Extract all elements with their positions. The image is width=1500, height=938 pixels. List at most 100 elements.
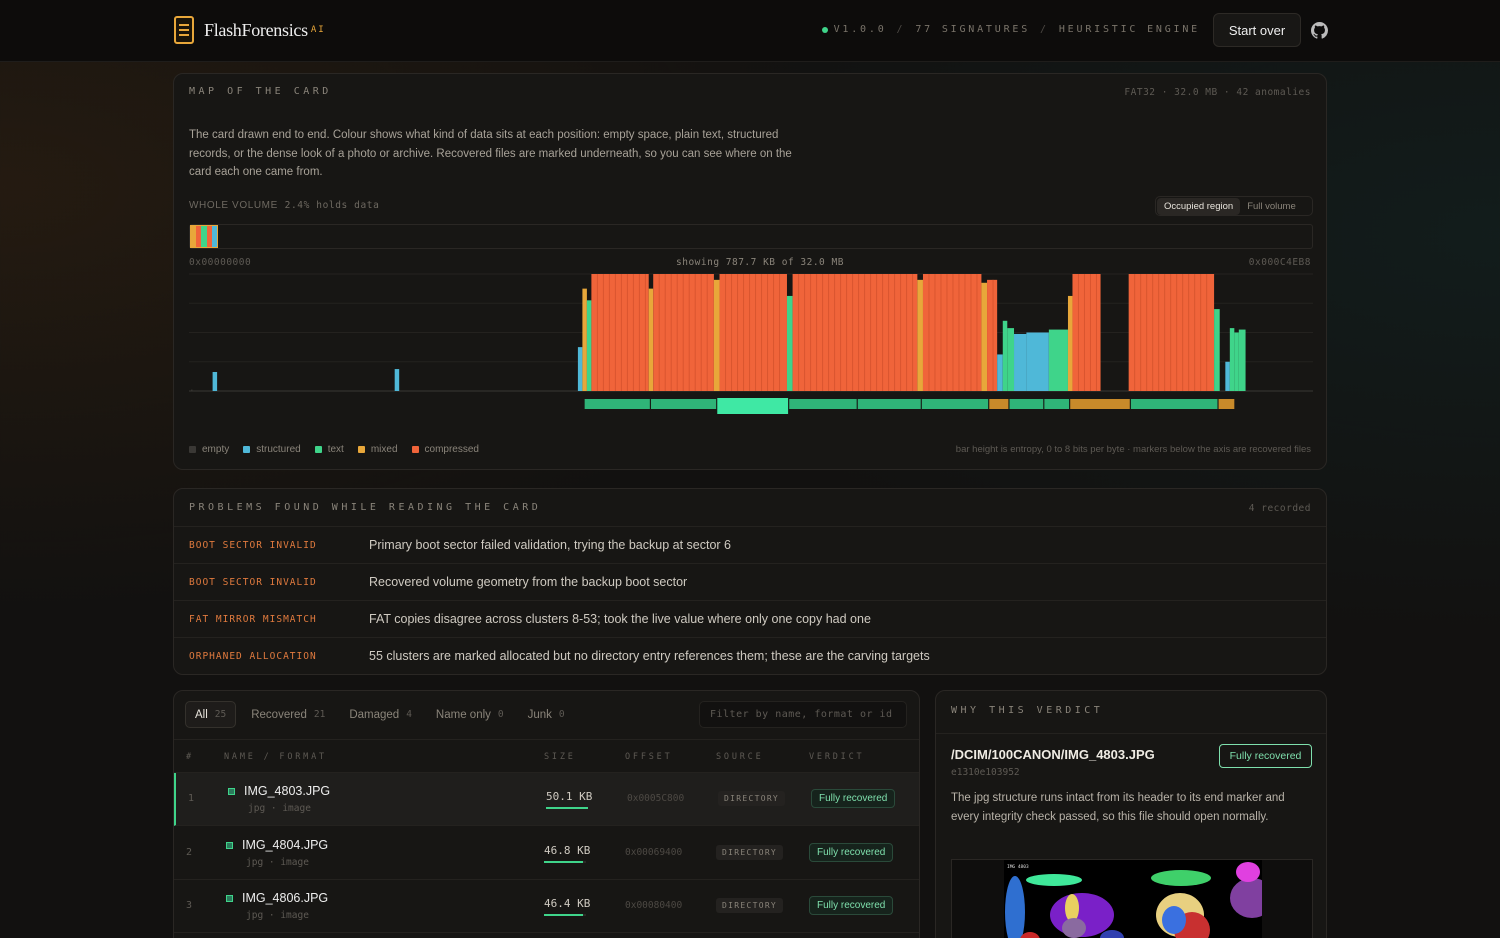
- problem-message: FAT copies disagree across clusters 8-53…: [369, 612, 871, 626]
- file-name: IMG_4806.JPG: [242, 891, 329, 905]
- recovered-file-marker[interactable]: [1130, 399, 1218, 409]
- recovered-file-marker[interactable]: [650, 399, 717, 409]
- entropy-bar[interactable]: [191, 389, 193, 391]
- entropy-bar[interactable]: [981, 282, 988, 391]
- entropy-bar[interactable]: [1007, 328, 1015, 391]
- table-row[interactable]: 2 IMG_4804.JPG jpg · image 46.8 KB 0x0006940…: [174, 827, 919, 880]
- legend-swatch: [243, 446, 251, 453]
- legend-item: mixed: [357, 444, 398, 455]
- entropy-bar[interactable]: [922, 274, 982, 391]
- source-badge: DIRECTORY: [716, 898, 784, 913]
- file-name: IMG_4804.JPG: [242, 837, 329, 852]
- engine-meta: V1.0.0 / 77 SIGNATURES / HEURISTIC ENGIN…: [821, 24, 1200, 35]
- entropy-bar[interactable]: [394, 369, 400, 391]
- entropy-bar[interactable]: [586, 300, 592, 391]
- entropy-bar[interactable]: [1002, 320, 1008, 391]
- legend-label: empty: [202, 444, 230, 455]
- entropy-bar[interactable]: [719, 274, 787, 391]
- legend-item: empty: [189, 444, 229, 455]
- problem-row: FAT MIRROR MISMATCH FAT copies disagree …: [174, 600, 1326, 637]
- col-size[interactable]: SIZE: [544, 752, 576, 762]
- file-size-bar: [544, 914, 586, 916]
- file-size: 46.8 KB: [544, 843, 591, 857]
- tab-name-only[interactable]: Name only 0: [427, 701, 513, 728]
- whole-volume-label: WHOLE VOLUME 2.4% holds data: [189, 200, 380, 211]
- table-row[interactable]: 1 IMG_4803.JPG jpg · image 50.1 KB 0x0005C80…: [174, 773, 919, 826]
- recovered-file-marker[interactable]: [717, 398, 789, 414]
- start-over-button[interactable]: Start over: [1213, 13, 1301, 47]
- col-offset[interactable]: OFFSET: [625, 752, 673, 762]
- toggle-occupied-region[interactable]: Occupied region: [1157, 197, 1241, 215]
- github-icon[interactable]: [1311, 22, 1328, 39]
- entropy-bar[interactable]: [1238, 329, 1246, 391]
- tab-junk[interactable]: Junk 0: [519, 701, 574, 728]
- recovered-file-marker[interactable]: [857, 399, 921, 409]
- tab-recovered[interactable]: Recovered 21: [242, 701, 334, 728]
- entropy-bar[interactable]: [1067, 295, 1073, 391]
- entropy-bar[interactable]: [917, 279, 923, 391]
- verdict-badge[interactable]: Fully recovered: [809, 896, 894, 915]
- entropy-bar[interactable]: [648, 288, 654, 391]
- entropy-bar[interactable]: [1048, 329, 1068, 391]
- entropy-bar[interactable]: [1225, 361, 1230, 391]
- verdict-file-path: /DCIM/100CANON/IMG_4803.JPG: [951, 747, 1155, 762]
- recovered-file-marker[interactable]: [921, 399, 989, 409]
- source-badge: DIRECTORY: [718, 791, 786, 806]
- row-number: 3: [186, 900, 193, 911]
- entropy-bar[interactable]: [792, 274, 918, 391]
- problem-code: BOOT SECTOR INVALID: [189, 576, 317, 588]
- entropy-bar[interactable]: [1014, 333, 1027, 391]
- occupied-window[interactable]: [190, 225, 218, 248]
- recovered-file-marker[interactable]: [584, 399, 650, 409]
- volume-overview-strip[interactable]: [189, 224, 1313, 249]
- entropy-bar[interactable]: [713, 279, 720, 391]
- verdict-badge[interactable]: Fully recovered: [811, 789, 896, 808]
- entropy-bar[interactable]: [577, 347, 583, 391]
- file-preview-image[interactable]: IMG 4803: [951, 859, 1313, 938]
- entropy-bar[interactable]: [212, 371, 218, 391]
- entropy-chart[interactable]: [189, 271, 1313, 421]
- problem-message: Recovered volume geometry from the backu…: [369, 575, 688, 589]
- col-name[interactable]: NAME / FORMAT: [224, 752, 327, 762]
- entropy-bar[interactable]: [987, 279, 998, 391]
- legend-label: compressed: [424, 444, 479, 455]
- verdict-badge[interactable]: Fully recovered: [809, 842, 894, 862]
- toggle-full-volume[interactable]: Full volume: [1240, 198, 1303, 215]
- source-badge: DIRECTORY: [716, 844, 784, 860]
- recovered-file-marker[interactable]: [1009, 399, 1044, 409]
- file-table-header: # NAME / FORMAT SIZE OFFSET SOURCE VERDI…: [174, 739, 919, 773]
- entropy-bar[interactable]: [997, 354, 1003, 391]
- problems-title: PROBLEMS FOUND WHILE READING THE CARD: [189, 502, 542, 513]
- entropy-bar[interactable]: [1234, 332, 1239, 392]
- entropy-bar[interactable]: [591, 274, 649, 391]
- entropy-bar[interactable]: [1214, 309, 1220, 391]
- recovered-file-marker[interactable]: [789, 399, 857, 409]
- verdict-badge: Fully recovered: [1219, 744, 1312, 768]
- tab-damaged[interactable]: Damaged 4: [340, 701, 421, 728]
- brand-sup: AI: [310, 25, 326, 35]
- file-filter-input[interactable]: Filter by name, format or id: [699, 701, 907, 728]
- col-num: #: [186, 752, 194, 762]
- file-format: jpg · image: [248, 803, 311, 814]
- recovered-file-marker[interactable]: [1044, 399, 1070, 409]
- entropy-bar[interactable]: [582, 288, 587, 391]
- brand-logo[interactable]: FlashForensics AI: [174, 16, 326, 44]
- col-verdict[interactable]: VERDICT: [809, 752, 864, 762]
- volume-meta: FAT32 · 32.0 MB · 42 anomalies: [1124, 87, 1311, 98]
- recovered-file-marker[interactable]: [1218, 399, 1235, 409]
- col-source[interactable]: SOURCE: [716, 752, 764, 762]
- tab-all[interactable]: All 25: [185, 701, 237, 728]
- entropy-bar[interactable]: [1229, 328, 1235, 391]
- recovered-file-marker[interactable]: [1070, 399, 1130, 409]
- recovered-file-marker[interactable]: [989, 399, 1009, 409]
- entropy-bar[interactable]: [786, 295, 793, 391]
- verdict-explanation: The jpg structure runs intact from its h…: [951, 792, 1285, 823]
- view-toggle[interactable]: Occupied region Full volume: [1155, 196, 1313, 216]
- entropy-bar[interactable]: [1026, 332, 1049, 392]
- legend-swatch: [314, 446, 322, 453]
- file-size-bar: [546, 807, 588, 809]
- table-row[interactable]: 3 IMG_4806.JPG jpg · image 46.4 KB 0x0008040…: [174, 880, 919, 933]
- legend-item: compressed: [411, 444, 479, 455]
- entropy-bar[interactable]: [1128, 274, 1215, 391]
- top-bar: FlashForensics AI V1.0.0 / 77 SIGNATURES…: [0, 0, 1500, 62]
